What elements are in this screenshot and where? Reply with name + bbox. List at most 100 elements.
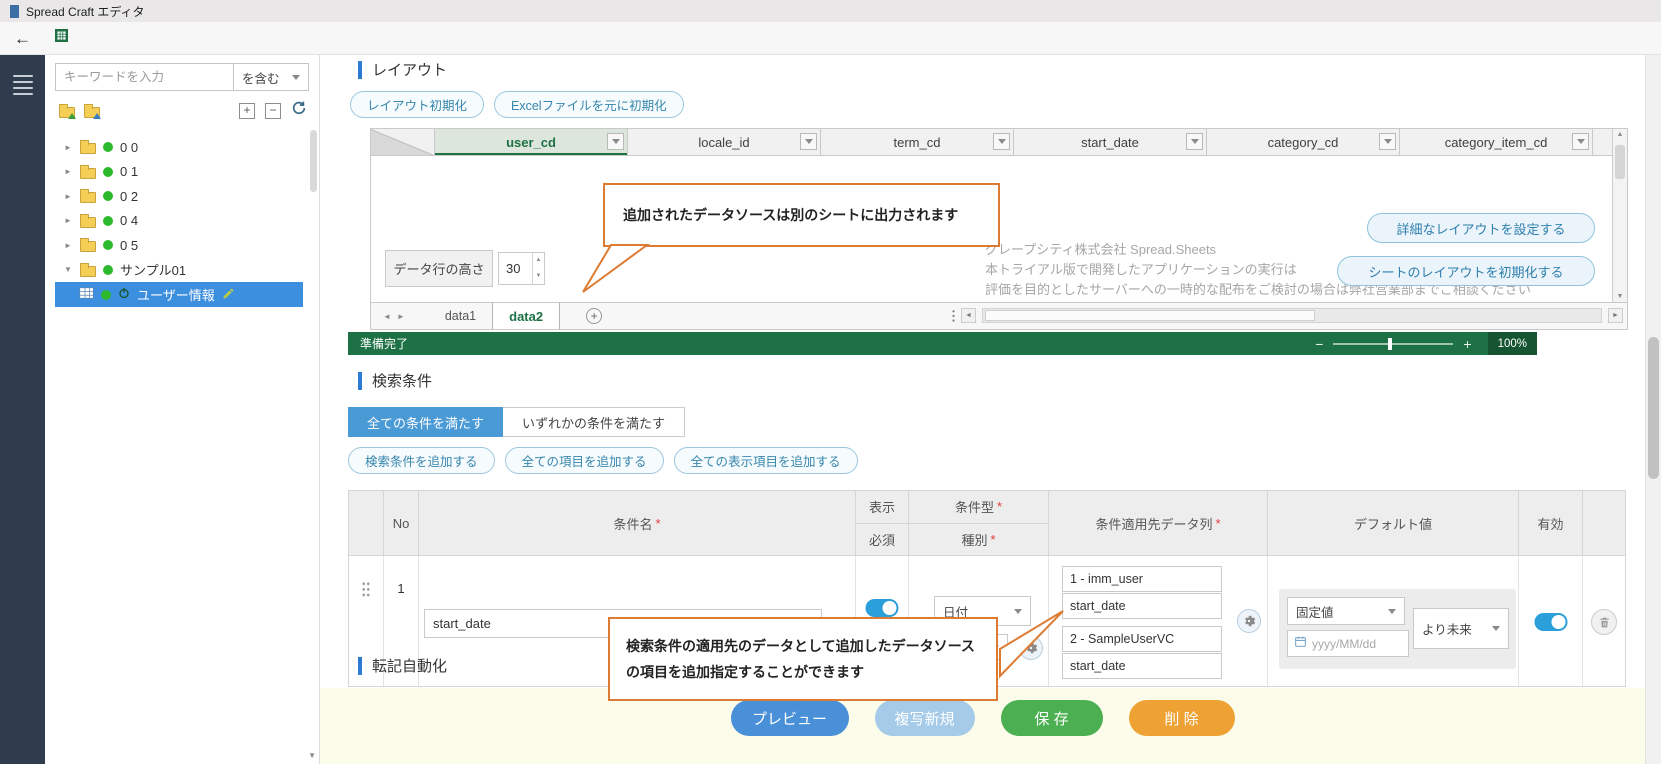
tree-item[interactable]: ► 0 5 [45, 233, 319, 258]
zoom-out-icon[interactable]: − [1315, 336, 1323, 352]
tree-item-selected[interactable]: ユーザー情報 [55, 282, 303, 307]
app-icon [10, 5, 19, 18]
match-mode-select[interactable]: を含む [233, 63, 309, 91]
expand-all-icon[interactable]: + [239, 103, 255, 119]
spin-up-icon[interactable]: ▲ [533, 253, 544, 269]
column-filter-dropdown[interactable] [607, 133, 624, 150]
more-dots-icon[interactable] [952, 309, 955, 323]
zoom-slider[interactable] [1333, 343, 1453, 345]
tree-item[interactable]: ► 0 1 [45, 160, 319, 185]
edit-pencil-icon[interactable] [222, 287, 235, 303]
add-all-display-button[interactable]: 全ての表示項目を追加する [674, 447, 858, 474]
sheet-column-header[interactable]: start_date [1014, 129, 1207, 155]
column-filter-dropdown[interactable] [1379, 133, 1396, 150]
save-button[interactable]: 保 存 [1001, 700, 1103, 736]
panel-scrollbar[interactable] [309, 130, 318, 690]
sheet-column-header[interactable]: locale_id [628, 129, 821, 155]
target-datasource-1[interactable]: 1 - imm_user [1062, 566, 1222, 592]
column-filter-dropdown[interactable] [1572, 133, 1589, 150]
import-folder-icon[interactable] [84, 107, 100, 118]
zoom-in-icon[interactable]: + [1463, 336, 1471, 352]
tree-item-expanded[interactable]: ▼ サンプル01 [45, 258, 319, 283]
caret-right-icon[interactable]: ► [63, 241, 73, 250]
sheet-tab-active[interactable]: data2 [492, 303, 560, 329]
display-toggle[interactable] [866, 599, 899, 617]
horizontal-scrollbar[interactable] [982, 308, 1602, 323]
sheet-column-header[interactable]: category_cd [1207, 129, 1400, 155]
column-filter-dropdown[interactable] [800, 133, 817, 150]
navigation-panel: を含む + − ► 0 0 ► 0 1 ► [45, 55, 320, 764]
toolbar: ← [0, 22, 1661, 55]
row-height-input[interactable] [499, 253, 532, 284]
init-sheet-layout-button[interactable]: シートのレイアウトを初期化する [1337, 256, 1595, 286]
tree-item[interactable]: ► 0 4 [45, 209, 319, 234]
scroll-up-icon[interactable]: ▲ [1613, 131, 1627, 138]
zoom-value[interactable]: 100% [1488, 332, 1537, 355]
default-kind-select[interactable]: 固定値 [1287, 597, 1405, 625]
drag-handle[interactable] [362, 581, 371, 598]
refresh-icon[interactable] [291, 100, 307, 121]
power-icon [118, 287, 130, 302]
folder-icon [80, 143, 96, 154]
init-layout-button[interactable]: レイアウト初期化 [350, 91, 484, 118]
caret-right-icon[interactable]: ► [63, 167, 73, 176]
detail-layout-button[interactable]: 詳細なレイアウトを設定する [1367, 213, 1595, 243]
left-rail [0, 55, 45, 764]
tree-item[interactable]: ► 0 2 [45, 184, 319, 209]
chevron-down-icon [612, 139, 620, 144]
sheet-column-header[interactable]: category_item_cd [1400, 129, 1593, 155]
collapse-all-icon[interactable]: − [265, 103, 281, 119]
add-folder-icon[interactable] [59, 107, 75, 118]
sheet-tab[interactable]: data1 [429, 303, 492, 329]
callout-tail [975, 603, 1067, 679]
spin-down-icon[interactable]: ▼ [533, 269, 544, 285]
row-height-stepper[interactable]: ▲ ▼ [498, 252, 545, 285]
sheet-column-header[interactable]: term_cd [821, 129, 1014, 155]
delete-row-button[interactable] [1591, 609, 1617, 635]
add-all-items-button[interactable]: 全ての項目を追加する [505, 447, 664, 474]
column-filter-dropdown[interactable] [1186, 133, 1203, 150]
tree-search-row: を含む [55, 63, 309, 91]
target-column-2[interactable]: start_date [1062, 653, 1222, 679]
mode-all-tab[interactable]: 全ての条件を満たす [348, 407, 503, 437]
scroll-down-icon[interactable]: ▼ [1613, 293, 1627, 300]
column-filter-dropdown[interactable] [993, 133, 1010, 150]
menu-hamburger-icon[interactable] [13, 75, 33, 95]
add-sheet-icon[interactable]: + [586, 308, 602, 324]
search-input[interactable] [55, 63, 233, 91]
sheet-column-header[interactable]: user_cd [435, 129, 628, 155]
delete-button[interactable]: 削 除 [1129, 700, 1235, 736]
excel-doc-icon[interactable] [55, 29, 68, 47]
scroll-down-icon[interactable]: ▼ [308, 751, 316, 760]
sheet-vertical-scrollbar[interactable]: ▲ ▼ [1612, 129, 1627, 302]
tab-scroll-right-icon[interactable]: ► [397, 312, 411, 321]
caret-right-icon[interactable]: ► [63, 192, 73, 201]
tree-item[interactable]: ► 0 0 [45, 135, 319, 160]
caret-right-icon[interactable]: ► [63, 216, 73, 225]
default-range-select[interactable]: より未来 [1413, 608, 1509, 649]
target-settings-gear-icon[interactable] [1237, 609, 1261, 633]
condition-mode-tabs: 全ての条件を満たす いずれかの条件を満たす [348, 407, 685, 437]
add-condition-button[interactable]: 検索条件を追加する [348, 447, 495, 474]
default-date-input[interactable]: yyyy/MM/dd [1287, 630, 1409, 657]
back-button[interactable]: ← [14, 30, 31, 47]
hscroll-left-icon[interactable]: ◄ [961, 308, 976, 323]
caret-right-icon[interactable]: ► [63, 143, 73, 152]
chevron-down-icon [1384, 139, 1392, 144]
table-icon [79, 287, 94, 302]
enabled-toggle[interactable] [1534, 613, 1567, 631]
target-datasource-2[interactable]: 2 - SampleUserVC [1062, 626, 1222, 652]
caret-down-icon[interactable]: ▼ [63, 265, 73, 274]
sheet-corner-cell[interactable] [371, 129, 435, 155]
mode-any-tab[interactable]: いずれかの条件を満たす [503, 407, 685, 437]
excel-init-button[interactable]: Excelファイルを元に初期化 [494, 91, 684, 118]
calendar-icon [1294, 635, 1307, 653]
section-title: 転記自動化 [372, 655, 447, 676]
hscroll-right-icon[interactable]: ► [1608, 308, 1623, 323]
tree-toolbar: + − [45, 91, 319, 129]
copy-new-button[interactable]: 複写新規 [875, 700, 975, 736]
main-scrollbar[interactable] [1645, 55, 1661, 764]
tab-scroll-left-icon[interactable]: ◄ [383, 312, 397, 321]
target-column-1[interactable]: start_date [1062, 593, 1222, 619]
preview-button[interactable]: プレビュー [731, 700, 849, 736]
